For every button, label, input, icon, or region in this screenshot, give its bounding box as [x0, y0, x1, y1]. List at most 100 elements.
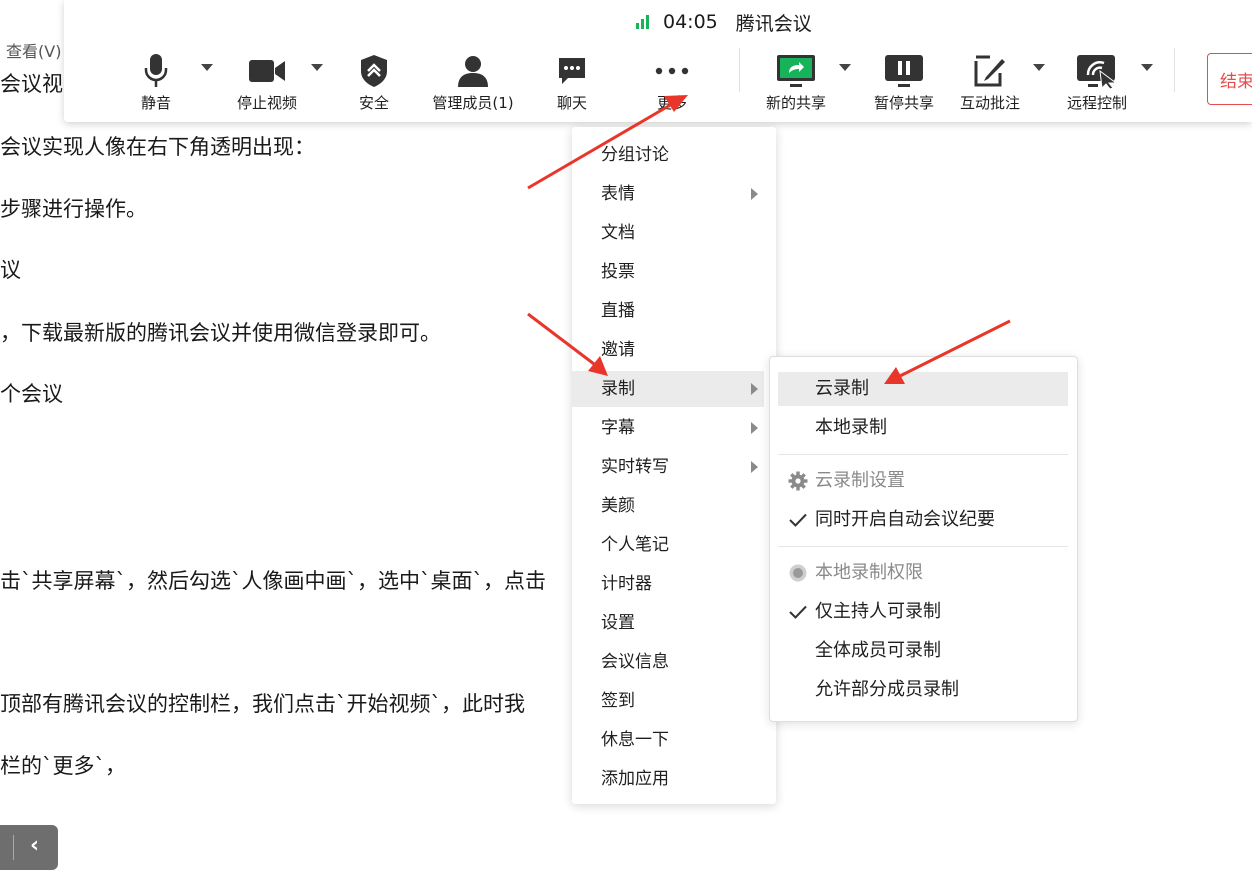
pause-share-label: 暂停共享 [873, 94, 934, 112]
chevron-down-icon[interactable] [1141, 64, 1153, 71]
document-line: 会议视 [0, 72, 63, 96]
menu-item-label: 个人笔记 [601, 535, 669, 555]
manage-members-label: 管理成员(1) [432, 94, 514, 112]
divider [1174, 48, 1175, 92]
chevron-down-icon[interactable] [201, 64, 213, 71]
document-line: 顶部有腾讯会议的控制栏，我们点击`开始视频`，此时我 [0, 692, 525, 716]
menu-item-check-in[interactable]: 签到 [572, 683, 764, 719]
menu-item-label: 休息一下 [601, 730, 669, 750]
auto-minutes-item[interactable]: 同时开启自动会议纪要 [778, 503, 1068, 537]
host-only-record-item[interactable]: 仅主持人可录制 [778, 595, 1068, 629]
menu-item-timer[interactable]: 计时器 [572, 566, 764, 602]
annotate-pen-icon [955, 52, 1025, 90]
chevron-right-icon [751, 422, 758, 434]
all-members-record-item[interactable]: 全体成员可录制 [778, 634, 1068, 668]
new-share-button[interactable]: 新的共享 [761, 52, 831, 113]
local-record-permission-item: 本地录制权限 [778, 556, 1068, 590]
pause-share-button[interactable]: 暂停共享 [869, 52, 939, 113]
collapse-sidebar-button[interactable]: ‹ [0, 825, 58, 870]
manage-members-button[interactable]: 管理成员(1) [430, 52, 516, 113]
divider [778, 454, 1068, 455]
menu-item-label: 计时器 [601, 574, 652, 594]
menu-item-captions[interactable]: 字幕 [572, 410, 764, 446]
document-line: 会议实现人像在右下角透明出现： [0, 135, 315, 159]
more-dots-icon [652, 52, 692, 90]
menu-item-label: 添加应用 [601, 769, 669, 789]
menu-item-label: 签到 [601, 691, 635, 711]
chevron-right-icon [751, 188, 758, 200]
gear-icon [787, 464, 809, 498]
menu-item-label: 美颜 [601, 496, 635, 516]
more-menu: 分组讨论 表情 文档 投票 直播 邀请 录制 字幕 实时转写 美颜 个人笔记 计… [572, 127, 776, 804]
menu-item-invite[interactable]: 邀请 [572, 332, 764, 368]
chevron-down-icon[interactable] [839, 64, 851, 71]
menu-item-beauty[interactable]: 美颜 [572, 488, 764, 524]
menu-item-notes[interactable]: 个人笔记 [572, 527, 764, 563]
local-record-item[interactable]: 本地录制 [778, 411, 1068, 445]
mute-button[interactable]: 静音 [134, 52, 178, 113]
menu-item-label: 本地录制 [815, 417, 887, 438]
menu-item-label: 允许部分成员录制 [815, 679, 959, 700]
record-submenu: 云录制 本地录制 云录制设置 同时开启自动会议纪要 本地录制权限 仅主持人可录制… [769, 356, 1078, 722]
menu-item-meeting-info[interactable]: 会议信息 [572, 644, 764, 680]
menu-item-live[interactable]: 直播 [572, 293, 764, 329]
microphone-icon [134, 52, 178, 90]
remote-control-label: 远程控制 [1066, 94, 1127, 112]
chevron-left-icon: ‹ [30, 833, 40, 858]
person-icon [430, 52, 516, 90]
new-share-label: 新的共享 [765, 94, 826, 112]
more-button[interactable]: 更多 [652, 52, 692, 113]
menu-item-transcription[interactable]: 实时转写 [572, 449, 764, 485]
menu-item-label: 投票 [601, 262, 635, 282]
document-line: 击`共享屏幕`，然后勾选`人像画中画`，选中`桌面`，点击 [0, 569, 546, 593]
menu-item-label: 设置 [601, 613, 635, 633]
app-title: 腾讯会议 [735, 12, 812, 35]
remote-control-button[interactable]: 远程控制 [1062, 52, 1132, 113]
menu-item-label: 实时转写 [601, 457, 669, 477]
menu-item-label: 会议信息 [601, 652, 669, 672]
chevron-right-icon [751, 461, 758, 473]
end-meeting-button[interactable]: 结束 [1207, 53, 1252, 105]
cloud-record-settings-item[interactable]: 云录制设置 [778, 464, 1068, 498]
video-camera-icon [232, 52, 302, 90]
chevron-down-icon[interactable] [311, 64, 323, 71]
menu-item-label: 分组讨论 [601, 145, 669, 165]
document-line: ，下载最新版的腾讯会议并使用微信登录即可。 [0, 321, 441, 345]
menu-item-label: 同时开启自动会议纪要 [815, 509, 995, 530]
security-label: 安全 [358, 94, 389, 112]
chevron-down-icon[interactable] [1033, 64, 1045, 71]
menu-item-record[interactable]: 录制 [572, 371, 764, 407]
menu-item-label: 本地录制权限 [815, 562, 923, 583]
cloud-record-item[interactable]: 云录制 [778, 372, 1068, 406]
menu-item-label: 邀请 [601, 340, 635, 360]
menu-item-label: 表情 [601, 184, 635, 204]
partial-members-record-item[interactable]: 允许部分成员录制 [778, 673, 1068, 707]
menu-item-add-apps[interactable]: 添加应用 [572, 761, 764, 797]
stop-video-label: 停止视频 [236, 94, 297, 112]
divider [739, 48, 740, 92]
chat-icon [554, 52, 590, 90]
menu-item-label: 直播 [601, 301, 635, 321]
menu-item-label: 全体成员可录制 [815, 640, 941, 661]
menu-item-label: 云录制 [815, 378, 869, 399]
document-menu-text[interactable]: 查看(V) [6, 38, 61, 62]
security-button[interactable]: 安全 [354, 52, 394, 113]
stop-video-button[interactable]: 停止视频 [232, 52, 302, 113]
menu-item-label: 录制 [601, 379, 635, 399]
annotate-button[interactable]: 互动批注 [955, 52, 1025, 113]
menu-item-reactions[interactable]: 表情 [572, 176, 764, 212]
menu-item-break[interactable]: 休息一下 [572, 722, 764, 758]
signal-icon [636, 15, 649, 29]
more-label: 更多 [656, 94, 687, 112]
document-line: 步骤进行操作。 [0, 197, 147, 221]
checkmark-icon [787, 595, 809, 629]
checkmark-icon [787, 503, 809, 537]
meeting-status: 04:05 腾讯会议 [636, 10, 812, 35]
chat-button[interactable]: 聊天 [554, 52, 590, 113]
chat-label: 聊天 [556, 94, 587, 112]
menu-item-vote[interactable]: 投票 [572, 254, 764, 290]
menu-item-settings[interactable]: 设置 [572, 605, 764, 641]
menu-item-documents[interactable]: 文档 [572, 215, 764, 251]
menu-item-label: 云录制设置 [815, 470, 905, 491]
menu-item-breakout-rooms[interactable]: 分组讨论 [572, 137, 764, 173]
